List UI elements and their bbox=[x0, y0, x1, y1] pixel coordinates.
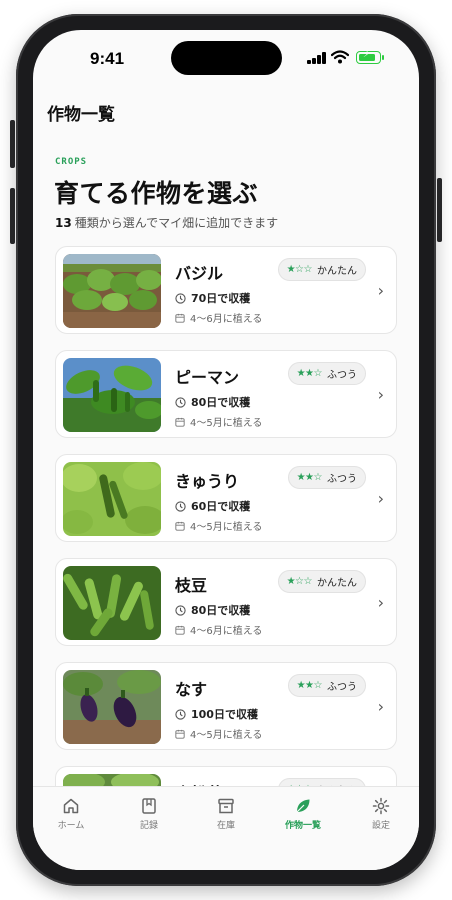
harvest-days: 100日で収穫 bbox=[191, 708, 258, 721]
difficulty-stars: ★★☆ bbox=[296, 368, 323, 379]
battery-icon: ⚡ bbox=[356, 50, 384, 64]
status-bar: 9:41 ⚡ bbox=[33, 30, 419, 86]
difficulty-badge: ★★☆ ふつう bbox=[287, 362, 366, 385]
crop-card-basil[interactable]: バジル ★☆☆ かんたん 70日で収穫 4〜6月に植える › bbox=[55, 246, 397, 334]
planting-season: 4〜6月に植える bbox=[190, 314, 263, 325]
calendar-icon bbox=[175, 625, 185, 635]
crop-name: なす bbox=[175, 680, 208, 699]
leaf-icon bbox=[296, 799, 310, 813]
difficulty-stars: ★★☆ bbox=[296, 680, 323, 691]
clock-icon bbox=[175, 604, 186, 616]
crop-count: 13 bbox=[55, 216, 72, 230]
chevron-right-icon: › bbox=[377, 593, 384, 612]
planting-season: 4〜5月に植える bbox=[190, 522, 263, 533]
harvest-days: 60日で収穫 bbox=[191, 500, 251, 513]
gear-icon bbox=[372, 797, 390, 815]
crop-card-cucumber[interactable]: きゅうり ★★☆ ふつう 60日で収穫 4〜5月に植える › bbox=[55, 454, 397, 542]
difficulty-label: ふつう bbox=[327, 682, 357, 693]
harvest-info: 80日で収穫 bbox=[175, 394, 250, 410]
calendar-icon bbox=[175, 417, 185, 427]
power-button bbox=[437, 178, 442, 242]
crop-name: 枝豆 bbox=[175, 576, 208, 595]
clock-icon bbox=[175, 708, 186, 720]
page-headline: 育てる作物を選ぶ bbox=[54, 179, 259, 208]
chevron-right-icon: › bbox=[377, 281, 384, 300]
tab-label: 在庫 bbox=[216, 821, 235, 831]
harvest-days: 80日で収穫 bbox=[191, 396, 251, 409]
clock-icon bbox=[175, 396, 186, 408]
planting-info: 4〜5月に植える bbox=[175, 726, 262, 741]
crop-name: バジル bbox=[175, 264, 224, 283]
tab-bar: ホーム 記録 在庫 作物一覧 設定 bbox=[33, 786, 419, 870]
difficulty-badge: ★☆☆ かんたん bbox=[277, 258, 366, 281]
harvest-days: 70日で収穫 bbox=[191, 292, 251, 305]
harvest-info: 100日で収穫 bbox=[175, 706, 258, 722]
planting-info: 4〜6月に植える bbox=[175, 622, 262, 637]
page-subtitle: 13 種類から選んでマイ畑に追加できます bbox=[55, 214, 278, 231]
crop-list: バジル ★☆☆ かんたん 70日で収穫 4〜6月に植える › ピーマン ★★☆ … bbox=[55, 246, 399, 870]
crop-card-edamame[interactable]: 枝豆 ★☆☆ かんたん 80日で収穫 4〜6月に植える › bbox=[55, 558, 397, 646]
screen: 9:41 ⚡ 作物一覧 CROPS 育てる作物を選ぶ 13 種類から選んでマイ畑に… bbox=[33, 30, 419, 870]
crop-name: ピーマン bbox=[175, 368, 240, 387]
difficulty-stars: ★☆☆ bbox=[286, 264, 313, 275]
tab-label: 設定 bbox=[371, 821, 390, 831]
clock-icon bbox=[175, 292, 186, 304]
archive-icon bbox=[218, 798, 234, 814]
mute-switch bbox=[10, 120, 15, 168]
section-eyebrow: CROPS bbox=[55, 157, 88, 167]
difficulty-stars: ★★☆ bbox=[296, 472, 323, 483]
journal-icon bbox=[142, 798, 156, 814]
tab-inventory[interactable]: 在庫 bbox=[191, 797, 261, 831]
difficulty-badge: ★★☆ ふつう bbox=[287, 674, 366, 697]
difficulty-stars: ★☆☆ bbox=[286, 576, 313, 587]
volume-button bbox=[10, 188, 15, 244]
crop-thumbnail bbox=[63, 462, 161, 536]
crop-thumbnail bbox=[63, 670, 161, 744]
calendar-icon bbox=[175, 729, 185, 739]
difficulty-label: ふつう bbox=[327, 474, 357, 485]
tab-label: ホーム bbox=[57, 821, 85, 831]
difficulty-label: ふつう bbox=[327, 370, 357, 381]
crop-thumbnail bbox=[63, 254, 161, 328]
planting-info: 4〜5月に植える bbox=[175, 518, 262, 533]
cellular-signal-icon bbox=[307, 52, 327, 64]
crop-name: きゅうり bbox=[175, 472, 240, 491]
crop-thumbnail bbox=[63, 358, 161, 432]
calendar-icon bbox=[175, 313, 185, 323]
tab-settings[interactable]: 設定 bbox=[346, 797, 416, 831]
tab-label: 記録 bbox=[139, 821, 158, 831]
harvest-info: 60日で収穫 bbox=[175, 498, 250, 514]
harvest-info: 70日で収穫 bbox=[175, 290, 250, 306]
calendar-icon bbox=[175, 521, 185, 531]
status-time: 9:41 bbox=[90, 49, 125, 68]
harvest-info: 80日で収穫 bbox=[175, 602, 250, 618]
difficulty-badge: ★☆☆ かんたん bbox=[277, 570, 366, 593]
planting-season: 4〜5月に植える bbox=[190, 418, 263, 429]
crop-card-pepper[interactable]: ピーマン ★★☆ ふつう 80日で収穫 4〜5月に植える › bbox=[55, 350, 397, 438]
chevron-right-icon: › bbox=[377, 385, 384, 404]
subtitle-text: 種類から選んでマイ畑に追加できます bbox=[74, 216, 279, 230]
chevron-right-icon: › bbox=[377, 697, 384, 716]
nav-title: 作物一覧 bbox=[47, 105, 115, 125]
crop-card-eggplant[interactable]: なす ★★☆ ふつう 100日で収穫 4〜5月に植える › bbox=[55, 662, 397, 750]
tab-records[interactable]: 記録 bbox=[114, 797, 184, 831]
wifi-icon bbox=[331, 50, 349, 64]
difficulty-badge: ★★☆ ふつう bbox=[287, 466, 366, 489]
home-icon bbox=[63, 798, 79, 814]
dynamic-island bbox=[171, 41, 282, 75]
planting-info: 4〜6月に植える bbox=[175, 310, 262, 325]
difficulty-label: かんたん bbox=[317, 578, 357, 589]
chevron-right-icon: › bbox=[377, 489, 384, 508]
planting-info: 4〜5月に植える bbox=[175, 414, 262, 429]
planting-season: 4〜5月に植える bbox=[190, 730, 263, 741]
tab-crops[interactable]: 作物一覧 bbox=[268, 797, 338, 831]
harvest-days: 80日で収穫 bbox=[191, 604, 251, 617]
tab-home[interactable]: ホーム bbox=[36, 797, 106, 831]
crop-thumbnail bbox=[63, 566, 161, 640]
difficulty-label: かんたん bbox=[317, 266, 357, 277]
tab-label: 作物一覧 bbox=[284, 821, 321, 831]
planting-season: 4〜6月に植える bbox=[190, 626, 263, 637]
clock-icon bbox=[175, 500, 186, 512]
